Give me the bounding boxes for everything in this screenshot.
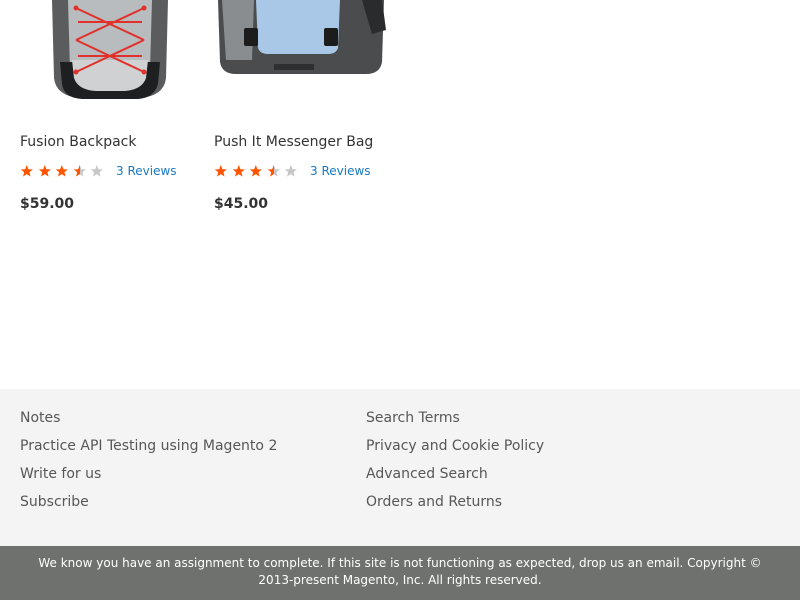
- reviews-link[interactable]: 3 Reviews: [116, 164, 177, 178]
- footer-link-privacy-policy[interactable]: Privacy and Cookie Policy: [366, 435, 544, 463]
- product-rating: 3 Reviews: [214, 161, 371, 181]
- footer-link-search-terms[interactable]: Search Terms: [366, 407, 544, 435]
- star-icon: [73, 164, 86, 177]
- footer-link-notes[interactable]: Notes: [20, 407, 277, 435]
- star-icon: [20, 164, 33, 177]
- copyright-bar: We know you have an assignment to comple…: [0, 546, 800, 600]
- backpack-icon: [52, 0, 168, 99]
- product-image-messenger-bag[interactable]: [214, 0, 394, 110]
- footer-links: Notes Practice API Testing using Magento…: [0, 389, 800, 546]
- star-icon: [38, 164, 51, 177]
- footer-column-right: Search Terms Privacy and Cookie Policy A…: [366, 407, 544, 519]
- footer-link-write-for-us[interactable]: Write for us: [20, 463, 277, 491]
- star-icon: [214, 164, 227, 177]
- product-name[interactable]: Fusion Backpack: [20, 134, 137, 150]
- product-price: $45.00: [214, 196, 269, 212]
- star-icon: [285, 164, 298, 177]
- footer-link-advanced-search[interactable]: Advanced Search: [366, 463, 544, 491]
- star-icon: [91, 164, 104, 177]
- footer-link-orders-returns[interactable]: Orders and Returns: [366, 491, 544, 519]
- star-icon: [249, 164, 263, 177]
- star-icon: [232, 164, 245, 177]
- footer-link-practice-api[interactable]: Practice API Testing using Magento 2: [20, 435, 277, 463]
- reviews-link[interactable]: 3 Reviews: [310, 164, 371, 178]
- product-price: $59.00: [20, 196, 75, 212]
- star-icon: [55, 164, 69, 177]
- product-name[interactable]: Push It Messenger Bag: [214, 134, 373, 150]
- messenger-bag-icon: [218, 0, 386, 74]
- rating-stars: [214, 162, 302, 180]
- product-image-backpack[interactable]: [20, 0, 200, 110]
- copyright-text: We know you have an assignment to comple…: [38, 556, 762, 587]
- star-icon: [267, 164, 280, 177]
- footer-column-left: Notes Practice API Testing using Magento…: [20, 407, 277, 519]
- rating-stars: [20, 162, 108, 180]
- product-rating: 3 Reviews: [20, 161, 177, 181]
- product-grid: Fusion Backpack 3 Reviews $59.00 Push It…: [0, 0, 800, 389]
- footer-link-subscribe[interactable]: Subscribe: [20, 491, 277, 519]
